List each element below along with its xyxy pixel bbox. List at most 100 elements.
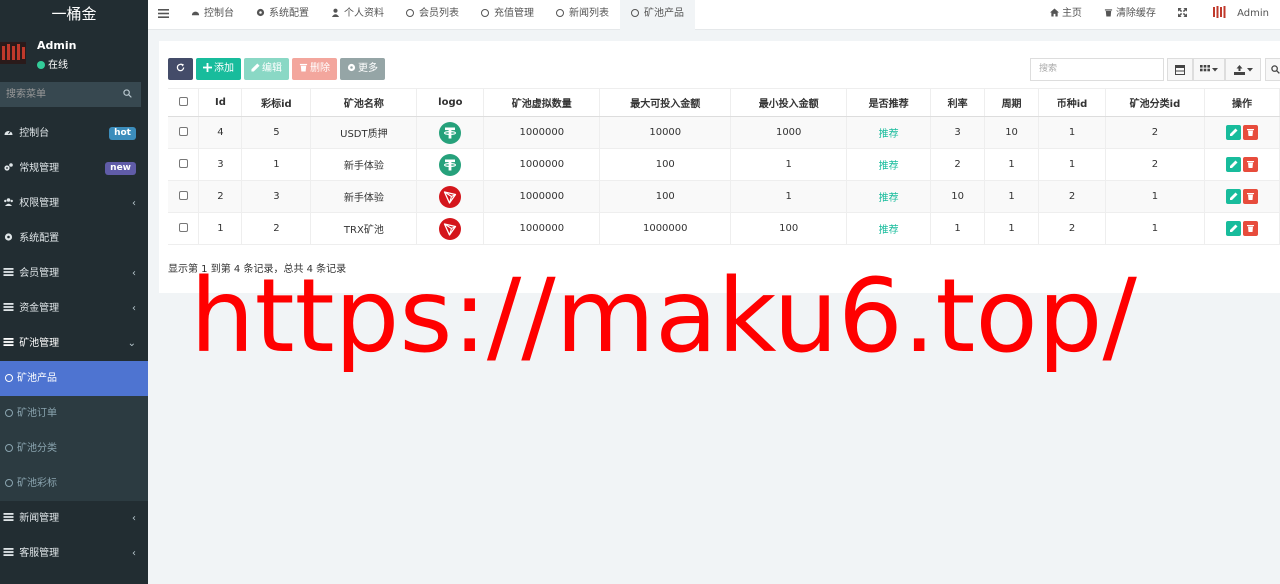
select-all-checkbox[interactable] bbox=[178, 96, 188, 106]
table-search-input[interactable]: 搜索 bbox=[1030, 58, 1164, 81]
content-panel: 添加 编辑 删除 更多 搜索 Id 彩标id 矿池名称 logo 矿池虚拟数量 … bbox=[159, 41, 1280, 293]
sidebar-search-input[interactable]: 搜索菜单 bbox=[0, 82, 141, 107]
trash-icon bbox=[1246, 225, 1254, 232]
admin-menu[interactable]: Admin bbox=[1201, 0, 1280, 30]
caret-down-icon bbox=[1212, 67, 1218, 71]
export-button[interactable] bbox=[1225, 58, 1261, 81]
table-row[interactable]: 4 5 USDT质押 1000000 10000 1000 推荐 3 10 1 … bbox=[168, 116, 1280, 149]
recommend-badge[interactable]: 推荐 bbox=[879, 161, 899, 172]
brand-title[interactable]: 一桶金 bbox=[0, 0, 148, 30]
columns-button[interactable] bbox=[1193, 58, 1225, 81]
select-all-cell[interactable] bbox=[168, 88, 200, 117]
column-header[interactable]: 周期 bbox=[984, 88, 1040, 117]
row-delete-button[interactable] bbox=[1242, 125, 1258, 140]
column-header[interactable]: Id bbox=[198, 88, 243, 117]
top-navbar: 控制台 系统配置 个人资料 会员列表 充值管理 新闻列表 矿池产品 主页 清除缓… bbox=[148, 0, 1280, 30]
refresh-button[interactable] bbox=[168, 58, 193, 80]
row-checkbox[interactable] bbox=[178, 222, 188, 232]
admin-name: Admin bbox=[1237, 8, 1269, 19]
search-icon[interactable] bbox=[123, 89, 132, 98]
row-checkbox[interactable] bbox=[178, 158, 188, 168]
fullscreen-button[interactable] bbox=[1167, 0, 1201, 30]
sidebar-item-pool-management[interactable]: 矿池管理 ⌄ bbox=[0, 326, 148, 361]
row-select-cell[interactable] bbox=[168, 212, 200, 245]
sidebar-subitem-pool-orders[interactable]: 矿池订单 bbox=[0, 396, 148, 431]
menu-toggle-icon[interactable] bbox=[158, 8, 169, 19]
home-icon bbox=[1049, 8, 1059, 17]
column-header[interactable]: 矿池分类id bbox=[1105, 88, 1205, 117]
column-header[interactable]: 矿池名称 bbox=[310, 88, 418, 117]
list-icon bbox=[3, 548, 14, 556]
row-checkbox[interactable] bbox=[178, 126, 188, 136]
more-button[interactable]: 更多 bbox=[340, 58, 385, 80]
row-edit-button[interactable] bbox=[1225, 189, 1241, 204]
row-delete-button[interactable] bbox=[1242, 189, 1258, 204]
table-row[interactable]: 3 1 新手体验 1000000 100 1 推荐 2 1 1 2 bbox=[168, 148, 1280, 181]
recommend-badge[interactable]: 推荐 bbox=[879, 193, 899, 204]
recommend-badge[interactable]: 推荐 bbox=[879, 129, 899, 140]
row-edit-button[interactable] bbox=[1225, 221, 1241, 236]
tab-dashboard[interactable]: 控制台 bbox=[180, 0, 245, 30]
row-edit-button[interactable] bbox=[1225, 125, 1241, 140]
sidebar-item-funds[interactable]: 资金管理 ‹ bbox=[0, 291, 148, 326]
sidebar-item-general[interactable]: 常规管理 new bbox=[0, 151, 148, 186]
sidebar-item-label: 客服管理 bbox=[19, 548, 60, 559]
tab-news-list[interactable]: 新闻列表 bbox=[545, 0, 620, 30]
row-checkbox[interactable] bbox=[178, 190, 188, 200]
user-panel: Admin 在线 bbox=[0, 30, 148, 78]
tether-logo-icon[interactable] bbox=[439, 153, 462, 176]
row-delete-button[interactable] bbox=[1242, 157, 1258, 172]
sidebar-item-label: 会员管理 bbox=[19, 268, 60, 279]
cell-id: 2 bbox=[198, 180, 243, 213]
tab-system-config[interactable]: 系统配置 bbox=[245, 0, 320, 30]
cell-name: TRX矿池 bbox=[310, 212, 418, 245]
pencil-icon bbox=[1229, 160, 1238, 168]
clear-cache-button[interactable]: 清除缓存 bbox=[1093, 0, 1167, 30]
sidebar-item-dashboard[interactable]: 控制台 hot bbox=[0, 116, 148, 151]
circle-icon bbox=[406, 9, 414, 17]
column-header[interactable]: 矿池虚拟数量 bbox=[483, 88, 601, 117]
row-select-cell[interactable] bbox=[168, 116, 200, 149]
sidebar-item-system-config[interactable]: 系统配置 bbox=[0, 221, 148, 256]
column-header[interactable]: 最大可投入金额 bbox=[599, 88, 732, 117]
tab-profile[interactable]: 个人资料 bbox=[320, 0, 395, 30]
cell-min: 1 bbox=[730, 180, 848, 213]
add-button[interactable]: 添加 bbox=[196, 58, 241, 80]
sidebar-item-members[interactable]: 会员管理 ‹ bbox=[0, 256, 148, 291]
tab-member-list[interactable]: 会员列表 bbox=[395, 0, 470, 30]
delete-button[interactable]: 删除 bbox=[292, 58, 337, 80]
table-row[interactable]: 2 3 新手体验 1000000 100 1 推荐 10 1 2 1 bbox=[168, 180, 1280, 213]
sidebar-item-news[interactable]: 新闻管理 ‹ bbox=[0, 501, 148, 536]
column-header[interactable]: 最小投入金额 bbox=[730, 88, 848, 117]
column-header[interactable]: 利率 bbox=[930, 88, 986, 117]
sidebar-item-support[interactable]: 客服管理 ‹ bbox=[0, 536, 148, 571]
edit-button[interactable]: 编辑 bbox=[244, 58, 289, 80]
tab-pool-products[interactable]: 矿池产品 bbox=[620, 0, 695, 30]
hot-badge: hot bbox=[109, 127, 136, 140]
group-icon bbox=[4, 198, 13, 206]
column-header[interactable]: 彩标id bbox=[241, 88, 312, 117]
tron-logo-icon[interactable] bbox=[439, 185, 462, 208]
sidebar-subitem-pool-products[interactable]: 矿池产品 bbox=[0, 361, 148, 396]
tether-logo-icon[interactable] bbox=[439, 121, 462, 144]
advanced-search-button[interactable] bbox=[1265, 58, 1280, 81]
tron-logo-icon[interactable] bbox=[439, 217, 462, 240]
avatar bbox=[0, 42, 26, 64]
column-header[interactable]: 币种id bbox=[1038, 88, 1106, 117]
table-row[interactable]: 1 2 TRX矿池 1000000 1000000 100 推荐 1 1 2 1 bbox=[168, 212, 1280, 245]
list-icon bbox=[3, 513, 14, 521]
row-delete-button[interactable] bbox=[1242, 221, 1258, 236]
column-header[interactable]: 是否推荐 bbox=[846, 88, 932, 117]
row-select-cell[interactable] bbox=[168, 180, 200, 213]
row-select-cell[interactable] bbox=[168, 148, 200, 181]
tab-recharge[interactable]: 充值管理 bbox=[470, 0, 545, 30]
toggle-view-button[interactable] bbox=[1167, 58, 1193, 81]
recommend-badge[interactable]: 推荐 bbox=[879, 225, 899, 236]
avatar bbox=[1212, 6, 1226, 18]
home-link[interactable]: 主页 bbox=[1039, 0, 1093, 30]
sidebar-item-permissions[interactable]: 权限管理 ‹ bbox=[0, 186, 148, 221]
column-header[interactable]: logo bbox=[416, 88, 485, 117]
row-edit-button[interactable] bbox=[1225, 157, 1241, 172]
sidebar-subitem-pool-categories[interactable]: 矿池分类 bbox=[0, 431, 148, 466]
sidebar-subitem-pool-tags[interactable]: 矿池彩标 bbox=[0, 466, 148, 501]
